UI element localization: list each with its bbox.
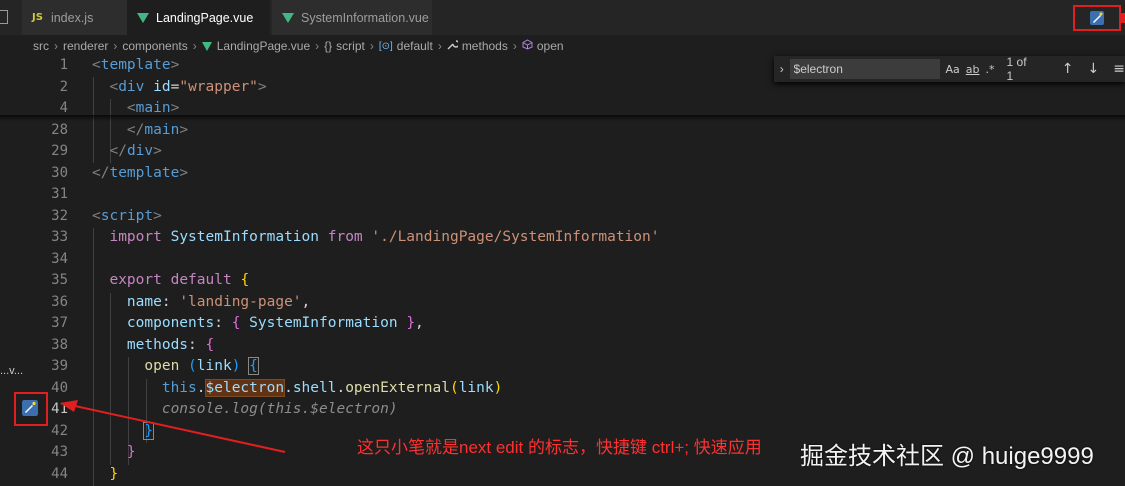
braces-icon: {} bbox=[324, 39, 333, 53]
code-editor[interactable]: 1 <template> 2 <div id="wrapper"> 4 <mai… bbox=[0, 55, 1125, 486]
line-number: 38 bbox=[51, 336, 68, 353]
code-line-34: 34 bbox=[0, 249, 1125, 271]
more-actions-icon[interactable] bbox=[1121, 13, 1125, 23]
arrow-down-icon[interactable]: ↓ bbox=[1088, 61, 1100, 77]
line-number: 1 bbox=[59, 57, 68, 73]
code-line-39: 39 open (link) { bbox=[0, 356, 1125, 378]
breadcrumb: src › renderer › components › LandingPag… bbox=[33, 37, 564, 55]
vue-icon bbox=[282, 12, 294, 23]
chevron-right-icon: › bbox=[437, 39, 442, 53]
vue-icon bbox=[201, 41, 212, 51]
code-line-36: 36 name: 'landing-page', bbox=[0, 292, 1125, 314]
code-text: } bbox=[109, 465, 119, 482]
code-text: name: 'landing-page', bbox=[126, 293, 311, 310]
chevron-right-icon: › bbox=[113, 39, 118, 53]
js-icon: JS bbox=[32, 12, 43, 23]
code-line-37: 37 components: { SystemInformation }, bbox=[0, 313, 1125, 335]
find-widget: › Aa ab .* 1 of 1 ↑ ↓ ≡ bbox=[774, 55, 1125, 83]
code-line-38: 38 methods: { bbox=[0, 335, 1125, 357]
code-text: } bbox=[143, 421, 155, 440]
code-text: </template> bbox=[92, 164, 189, 181]
breadcrumb-src[interactable]: src bbox=[33, 39, 49, 53]
chevron-right-icon: › bbox=[369, 39, 374, 53]
line-number: 37 bbox=[51, 315, 68, 331]
tab-label: LandingPage.vue bbox=[156, 10, 254, 25]
copilot-next-edit-button[interactable] bbox=[1073, 5, 1121, 31]
ghost-suggestion: console.log(this.$electron) bbox=[161, 401, 398, 417]
tab-bar: JS index.js LandingPage.vue SystemInform… bbox=[0, 0, 1125, 35]
breadcrumb-file[interactable]: LandingPage.vue bbox=[201, 39, 310, 53]
breadcrumb-open[interactable]: open bbox=[522, 39, 564, 53]
variable-icon: [⊙] bbox=[378, 40, 393, 52]
chevron-right-icon: › bbox=[192, 39, 197, 53]
chevron-right-icon: › bbox=[54, 39, 58, 53]
line-number: 43 bbox=[51, 444, 68, 460]
copilot-pen-icon bbox=[1090, 11, 1104, 25]
line-number: 34 bbox=[51, 250, 68, 267]
code-text: </div> bbox=[109, 143, 162, 159]
panel-icon[interactable] bbox=[0, 10, 8, 24]
whole-word-icon[interactable]: ab bbox=[966, 63, 980, 76]
line-number: 35 bbox=[51, 272, 68, 288]
search-match: $electron bbox=[204, 378, 286, 397]
tab-label: SystemInformation.vue bbox=[301, 10, 429, 25]
line-number: 44 bbox=[51, 465, 68, 482]
breadcrumb-script[interactable]: {} script bbox=[324, 39, 365, 53]
tab-landingpage-vue[interactable]: LandingPage.vue bbox=[127, 0, 270, 35]
line-number: 39 bbox=[51, 358, 68, 374]
find-in-selection-icon[interactable]: ≡ bbox=[1113, 61, 1125, 77]
code-text: components: { SystemInformation }, bbox=[126, 315, 424, 331]
breadcrumb-methods[interactable]: methods bbox=[447, 39, 508, 53]
code-text: } bbox=[126, 444, 136, 460]
code-text: methods: { bbox=[126, 336, 215, 353]
code-text: open (link) { bbox=[144, 357, 259, 375]
code-line-35: 35 export default { bbox=[0, 270, 1125, 292]
code-line-30: 30 </template> bbox=[0, 163, 1125, 185]
code-text: import SystemInformation from './Landing… bbox=[109, 229, 660, 245]
wrench-icon bbox=[447, 39, 460, 53]
chevron-right-icon: › bbox=[512, 39, 517, 53]
line-number: 31 bbox=[51, 186, 68, 202]
tab-index-js[interactable]: JS index.js bbox=[22, 0, 127, 35]
code-line-32: 32 <script> bbox=[0, 206, 1125, 228]
code-text: this.$electron.shell.openExternal(link) bbox=[161, 378, 503, 397]
match-case-icon[interactable]: Aa bbox=[946, 63, 960, 76]
toggle-replace-icon[interactable]: › bbox=[774, 62, 790, 76]
breadcrumb-default[interactable]: [⊙] default bbox=[379, 39, 433, 53]
code-line-28: 28 </main> bbox=[0, 120, 1125, 142]
line-number: 2 bbox=[59, 78, 68, 95]
line-number: 30 bbox=[51, 164, 68, 181]
line-number: 29 bbox=[51, 143, 68, 159]
find-input[interactable] bbox=[789, 59, 940, 79]
arrow-up-icon[interactable]: ↑ bbox=[1062, 61, 1074, 77]
tab-label: index.js bbox=[50, 10, 94, 25]
code-line-41: 41 console.log(this.$electron) bbox=[0, 399, 1125, 421]
watermark: 掘金技术社区 @ huige9999 bbox=[800, 443, 1094, 470]
chevron-right-icon: › bbox=[315, 39, 320, 53]
vue-icon bbox=[137, 12, 149, 23]
cube-icon bbox=[522, 39, 533, 53]
code-line-33: 33 import SystemInformation from './Land… bbox=[0, 227, 1125, 249]
breadcrumb-renderer[interactable]: renderer bbox=[63, 39, 108, 53]
code-text: export default { bbox=[109, 272, 250, 288]
tab-systeminformation-vue[interactable]: SystemInformation.vue bbox=[272, 0, 432, 35]
code-line-31: 31 bbox=[0, 184, 1125, 206]
match-count: 1 of 1 bbox=[1006, 55, 1027, 83]
code-line-29: 29 </div> bbox=[0, 141, 1125, 163]
breadcrumb-components[interactable]: components bbox=[122, 39, 187, 53]
regex-icon[interactable]: .* bbox=[986, 63, 995, 76]
line-number: 28 bbox=[51, 121, 68, 138]
annotation-text: 这只小笔就是next edit 的标志，快捷键 ctrl+; 快速应用 bbox=[357, 438, 762, 457]
line-number: 32 bbox=[51, 207, 68, 224]
code-line-40: 40 this.$electron.shell.openExternal(lin… bbox=[0, 378, 1125, 400]
code-text: <script> bbox=[92, 207, 162, 224]
line-number: 33 bbox=[51, 229, 68, 245]
code-text: </main> bbox=[126, 121, 189, 138]
next-edit-gutter-indicator[interactable] bbox=[14, 392, 48, 426]
line-number: 36 bbox=[51, 293, 68, 310]
code-text: <template> bbox=[92, 57, 180, 73]
code-text: <div id="wrapper"> bbox=[109, 78, 267, 95]
copilot-pen-icon bbox=[22, 400, 38, 416]
